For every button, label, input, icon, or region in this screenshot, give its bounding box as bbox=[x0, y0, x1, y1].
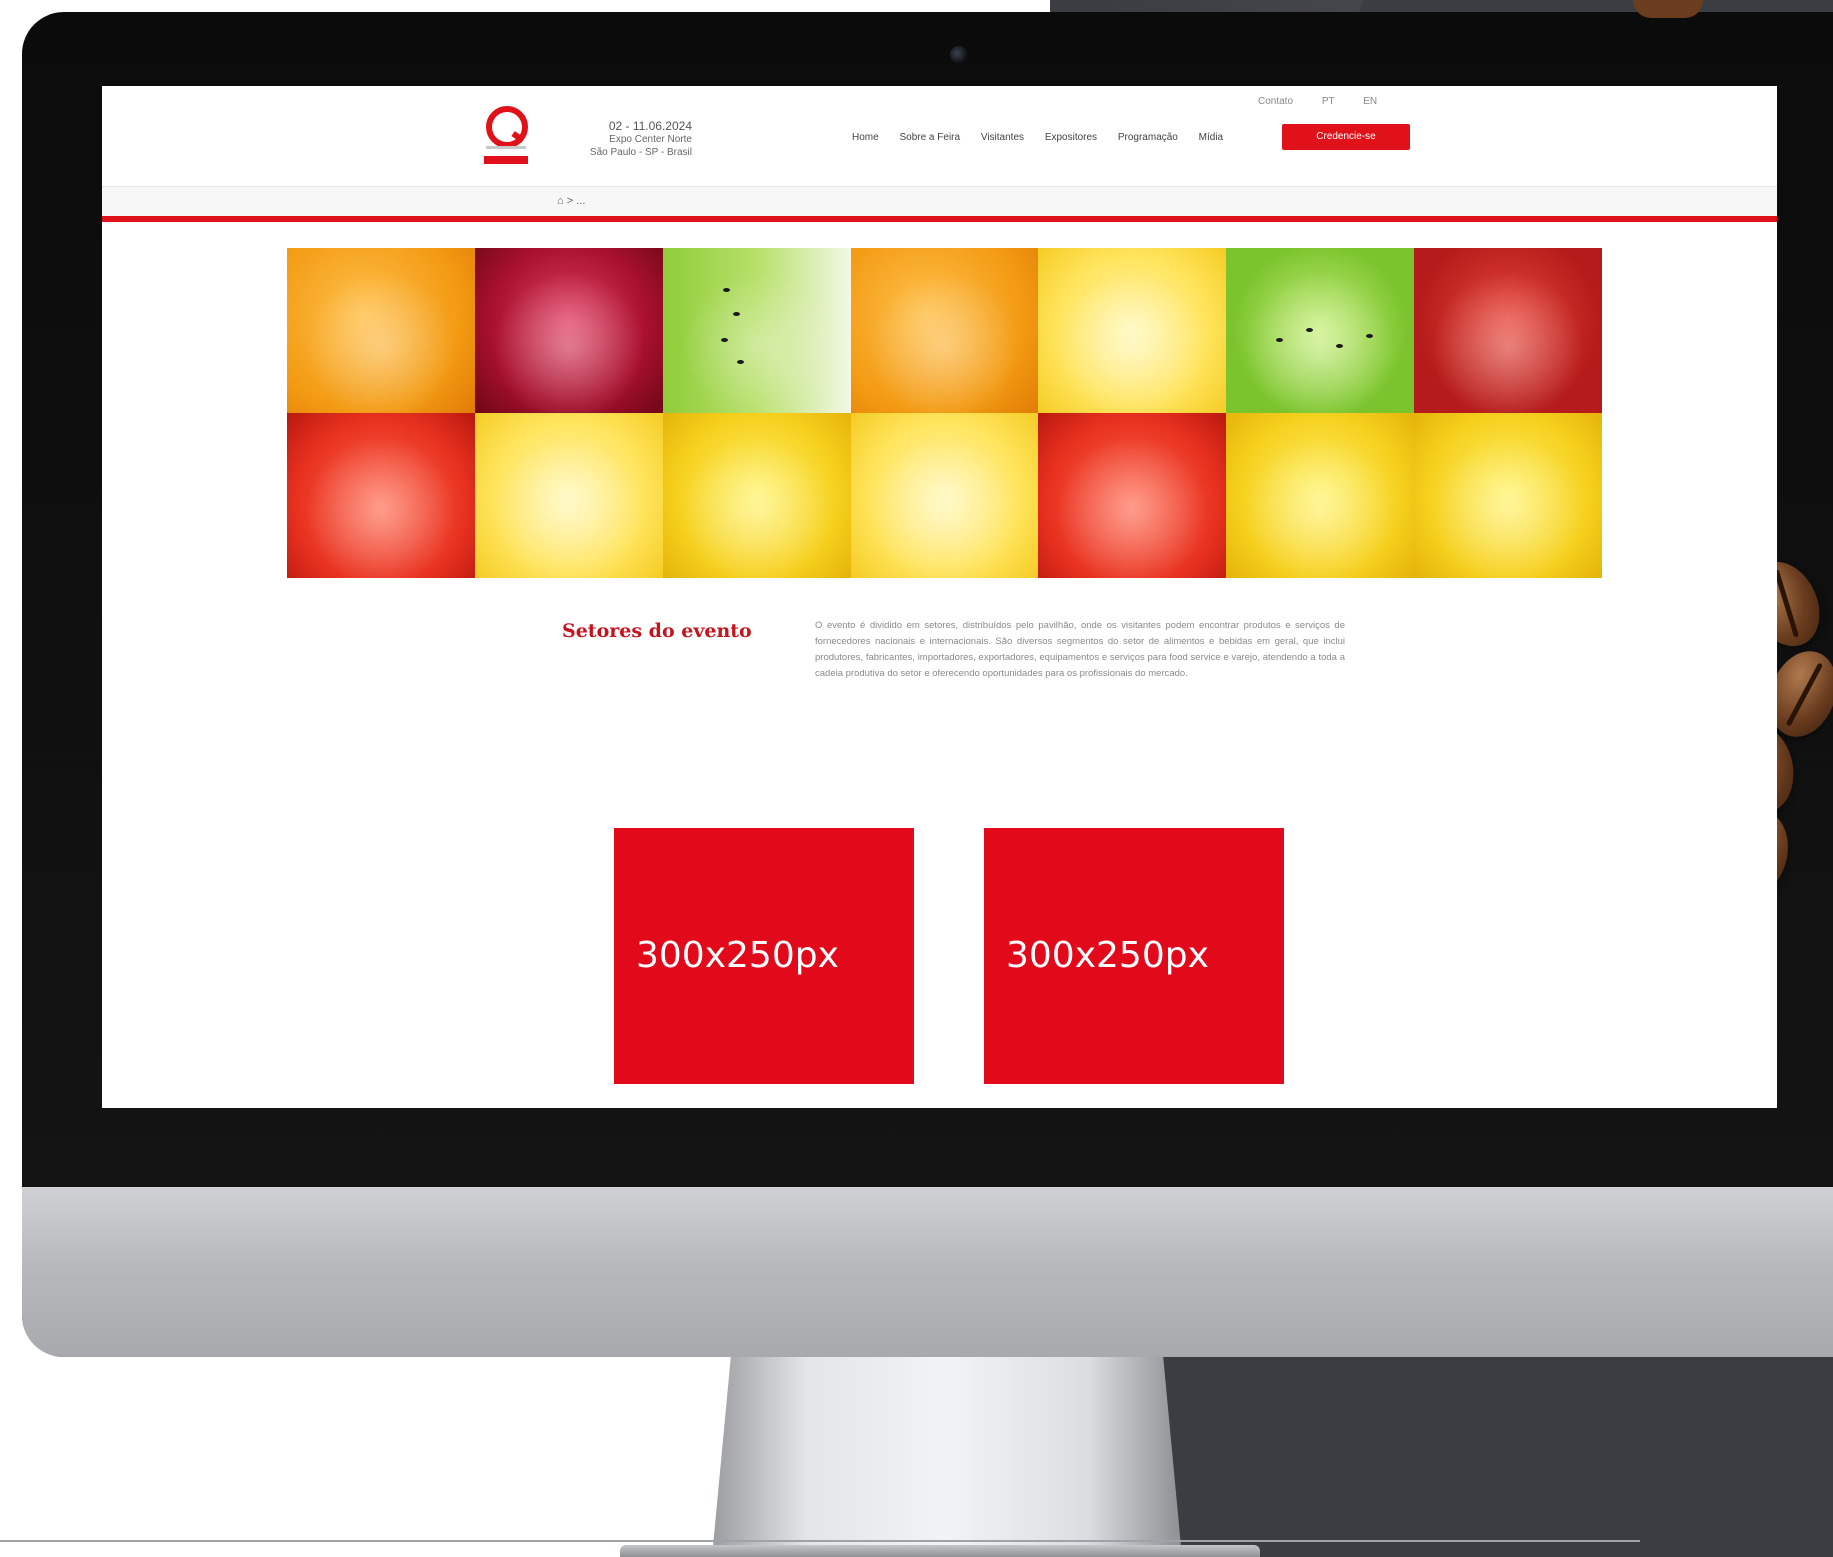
website-screen: 02 - 11.06.2024 Expo Center Norte São Pa… bbox=[102, 86, 1777, 1108]
event-date: 02 - 11.06.2024 bbox=[608, 119, 692, 133]
main-nav: Home Sobre a Feira Visitantes Expositore… bbox=[852, 132, 1241, 143]
nav-item-schedule[interactable]: Programação bbox=[1118, 132, 1178, 143]
event-venue-line2: São Paulo - SP - Brasil bbox=[589, 147, 692, 158]
site-logo[interactable] bbox=[484, 106, 528, 172]
monitor-stand bbox=[712, 1357, 1182, 1557]
floor-line bbox=[0, 1540, 1640, 1542]
register-button[interactable]: Credencie-se bbox=[1282, 124, 1410, 150]
header-divider bbox=[102, 216, 1777, 222]
camera-icon bbox=[950, 46, 968, 64]
contact-link[interactable]: Contato bbox=[1258, 96, 1293, 107]
coffee-bean-decoration bbox=[1633, 0, 1703, 18]
nav-item-about[interactable]: Sobre a Feira bbox=[899, 132, 960, 143]
monitor-stand-base bbox=[620, 1545, 1260, 1557]
nav-item-media[interactable]: Mídia bbox=[1199, 132, 1223, 143]
top-links: Contato PT EN bbox=[1232, 96, 1377, 107]
breadcrumb: ⌂ > ... bbox=[102, 186, 1777, 217]
hero-fruit-banner bbox=[287, 248, 1602, 578]
nav-item-visitors[interactable]: Visitantes bbox=[981, 132, 1024, 143]
nav-item-exhibitors[interactable]: Expositores bbox=[1045, 132, 1097, 143]
section-text: O evento é dividido em setores, distribu… bbox=[815, 620, 1345, 679]
breadcrumb-current: ... bbox=[576, 195, 586, 207]
language-en-link[interactable]: EN bbox=[1363, 96, 1377, 107]
section-title: Setores do evento bbox=[562, 620, 752, 642]
monitor-chin bbox=[22, 1187, 1833, 1357]
language-pt-link[interactable]: PT bbox=[1322, 96, 1335, 107]
ad-banner-2[interactable]: 300x250px bbox=[984, 828, 1284, 1084]
ad-banner-1[interactable]: 300x250px bbox=[614, 828, 914, 1084]
site-header: 02 - 11.06.2024 Expo Center Norte São Pa… bbox=[102, 86, 1777, 186]
home-icon[interactable]: ⌂ bbox=[557, 195, 564, 207]
event-info: 02 - 11.06.2024 Expo Center Norte São Pa… bbox=[572, 120, 692, 159]
breadcrumb-separator: > bbox=[566, 195, 574, 207]
event-venue-line1: Expo Center Norte bbox=[609, 134, 692, 145]
nav-item-home[interactable]: Home bbox=[852, 132, 879, 143]
